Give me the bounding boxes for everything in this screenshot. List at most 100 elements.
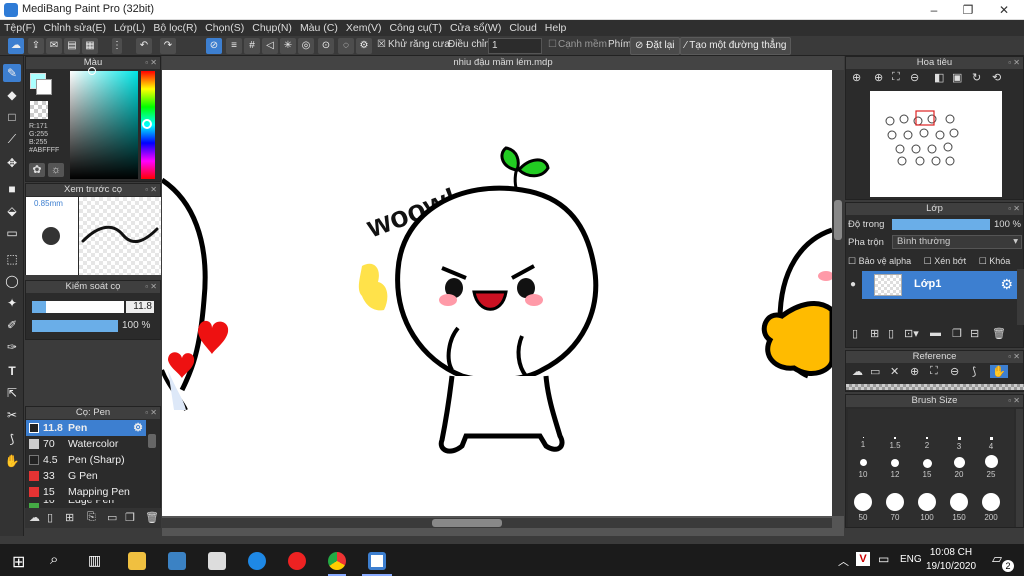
palette-icon[interactable]: ✿ <box>29 163 45 177</box>
eyedropper-icon[interactable]: ⟆ <box>972 365 976 378</box>
layer-item[interactable]: Lớp1 ⚙ <box>862 271 1017 299</box>
brush-item-mapping-pen[interactable]: 15 Mapping Pen <box>26 484 146 500</box>
size-option[interactable]: 20 <box>944 457 974 479</box>
eyedropper-tool-icon[interactable]: ⟆ <box>3 430 21 448</box>
merge-layer-icon[interactable]: ⊟ <box>970 327 979 340</box>
panel-controls-icon[interactable]: ▫ ✕ <box>1008 203 1020 215</box>
vivaldi-tray-icon[interactable]: V <box>856 552 870 566</box>
minimize-button[interactable]: – <box>916 0 952 20</box>
size-option[interactable]: 4 <box>976 437 1006 451</box>
menu-color[interactable]: Màu (C) <box>296 20 342 36</box>
layer-settings-icon[interactable]: ⚙ <box>1000 276 1013 293</box>
add-brush-icon[interactable]: ⊞ <box>65 511 74 524</box>
magic-wand-tool-icon[interactable]: ✦ <box>3 294 21 312</box>
menu-cloud[interactable]: Cloud <box>505 20 540 36</box>
panel-controls-icon[interactable]: ▫ ✕ <box>1008 351 1020 363</box>
hue-slider-handle[interactable] <box>142 119 152 129</box>
duplicate-layer-icon[interactable]: ❐ <box>952 327 962 340</box>
fill-rect-tool-icon[interactable]: ■ <box>3 180 21 198</box>
menu-layer[interactable]: Lớp(L) <box>110 20 149 36</box>
brush-opacity-slider[interactable] <box>32 320 118 332</box>
hand-tool-icon[interactable]: ✋ <box>3 452 21 470</box>
copy-brush-icon[interactable]: ⎘ <box>87 511 96 524</box>
share-icon[interactable]: ⇪ <box>28 38 44 54</box>
brush-item-watercolor[interactable]: 70 Watercolor <box>26 436 146 452</box>
brush-item-g-pen[interactable]: 33 G Pen <box>26 468 146 484</box>
trash-icon[interactable]: 🗑 <box>145 511 159 524</box>
zoom-in-icon[interactable]: ⊕ <box>910 365 919 378</box>
gear-icon[interactable]: ⚙ <box>133 420 143 436</box>
panel-controls-icon[interactable]: ▫ ✕ <box>1008 57 1020 69</box>
close-reference-icon[interactable]: ✕ <box>890 365 899 378</box>
size-option[interactable]: 12 <box>880 459 910 479</box>
straight-line-button[interactable]: ⁄ Tạo một đường thẳng <box>680 37 792 55</box>
size-option[interactable]: 150 <box>944 493 974 522</box>
maximize-button[interactable]: ❐ <box>950 0 986 20</box>
file-explorer-icon[interactable] <box>128 552 146 570</box>
menu-file[interactable]: Tệp(F) <box>0 20 40 36</box>
menu-select[interactable]: Chọn(S) <box>201 20 248 36</box>
brush-tool-icon[interactable]: ✎ <box>3 64 21 82</box>
menu-snap[interactable]: Chụp(N) <box>248 20 296 36</box>
size-option[interactable]: 1.5 <box>880 437 910 450</box>
clipping-checkbox-icon[interactable]: ☐ <box>924 256 932 266</box>
color-sv-picker[interactable] <box>70 71 138 179</box>
brush-item-pen[interactable]: 11.8 Pen ⚙ <box>26 420 146 436</box>
zoom-out-icon[interactable]: ⊖ <box>950 365 959 378</box>
new-halftone-layer-icon[interactable]: ▯ <box>888 327 894 340</box>
settings-icon[interactable]: ⚙ <box>356 38 372 54</box>
select-eraser-tool-icon[interactable]: ✑ <box>3 338 21 356</box>
ellipse-snap-icon[interactable]: ◌ <box>338 38 354 54</box>
clock-time[interactable]: 10:08 CH <box>926 547 976 558</box>
soft-edge-checkbox-icon[interactable]: ☐ <box>548 39 557 50</box>
adjust-input[interactable]: 1 <box>488 38 542 54</box>
menu-tools[interactable]: Công cụ(T) <box>385 20 446 36</box>
blend-mode-select[interactable]: Bình thường ▾ <box>892 235 1022 249</box>
menu-edit[interactable]: Chỉnh sửa(E) <box>40 20 110 36</box>
task-view-icon[interactable]: ▥ <box>88 552 101 569</box>
menu-help[interactable]: Help <box>541 20 571 36</box>
size-option[interactable]: 100 <box>912 493 942 522</box>
circle-snap-icon[interactable]: ◎ <box>298 38 314 54</box>
new-layer-icon[interactable]: ▯ <box>852 327 858 340</box>
vertical-scroll-thumb[interactable] <box>834 200 842 240</box>
chrome-icon[interactable] <box>328 552 346 570</box>
fit-icon[interactable]: ⛶ <box>930 365 938 378</box>
layer-opacity-slider[interactable] <box>892 219 990 230</box>
flip-icon[interactable]: ◧ <box>934 71 944 84</box>
redo-icon[interactable]: ↷ <box>160 38 176 54</box>
radial-snap-icon[interactable]: ✳ <box>280 38 296 54</box>
layer-menu-icon[interactable]: ⊡▾ <box>904 327 919 340</box>
size-option[interactable]: 15 <box>912 459 942 479</box>
delete-layer-icon[interactable]: 🗑 <box>992 327 1006 340</box>
brush-list-scrollbar[interactable] <box>148 434 156 448</box>
bucket-tool-icon[interactable]: ⬙ <box>3 202 21 220</box>
horizontal-scroll-thumb[interactable] <box>432 519 502 527</box>
navigator-thumbnail[interactable] <box>870 91 1002 197</box>
comment-icon[interactable]: ▤ <box>64 38 80 54</box>
brush-size-value[interactable]: 11.8 <box>126 301 154 313</box>
size-option[interactable]: 2 <box>912 437 942 450</box>
horizontal-scrollbar[interactable] <box>162 518 832 528</box>
text-tool-icon[interactable]: T <box>3 362 21 380</box>
protect-alpha-checkbox-icon[interactable]: ☐ <box>848 256 856 266</box>
panel-controls-icon[interactable]: ▫ ✕ <box>145 281 157 293</box>
brush-size-slider[interactable] <box>32 301 124 313</box>
cloud-icon[interactable]: ☁ <box>8 38 24 54</box>
windows-start-icon[interactable]: ⊞ <box>12 552 25 572</box>
size-option[interactable]: 25 <box>976 455 1006 479</box>
edge-icon[interactable] <box>248 552 266 570</box>
antialias-checkbox-icon[interactable]: ☒ <box>377 39 386 50</box>
medibang-icon[interactable] <box>368 552 386 570</box>
chat-icon[interactable]: ✉ <box>46 38 62 54</box>
cloud-icon[interactable]: ☁ <box>29 511 40 524</box>
document-tab[interactable]: nhiu đậu mầm lém.mdp <box>162 56 844 70</box>
folder-icon[interactable]: ▭ <box>107 511 117 524</box>
size-option[interactable]: 50 <box>848 493 878 522</box>
mail-icon[interactable] <box>208 552 226 570</box>
curve-snap-icon[interactable]: ⊙ <box>318 38 334 54</box>
snap-off-icon[interactable]: ⊘ <box>206 38 222 54</box>
zoom-out-icon[interactable]: ⊖ <box>910 71 919 84</box>
panel-controls-icon[interactable]: ▫ ✕ <box>145 57 157 69</box>
background-color-swatch[interactable] <box>36 79 52 95</box>
